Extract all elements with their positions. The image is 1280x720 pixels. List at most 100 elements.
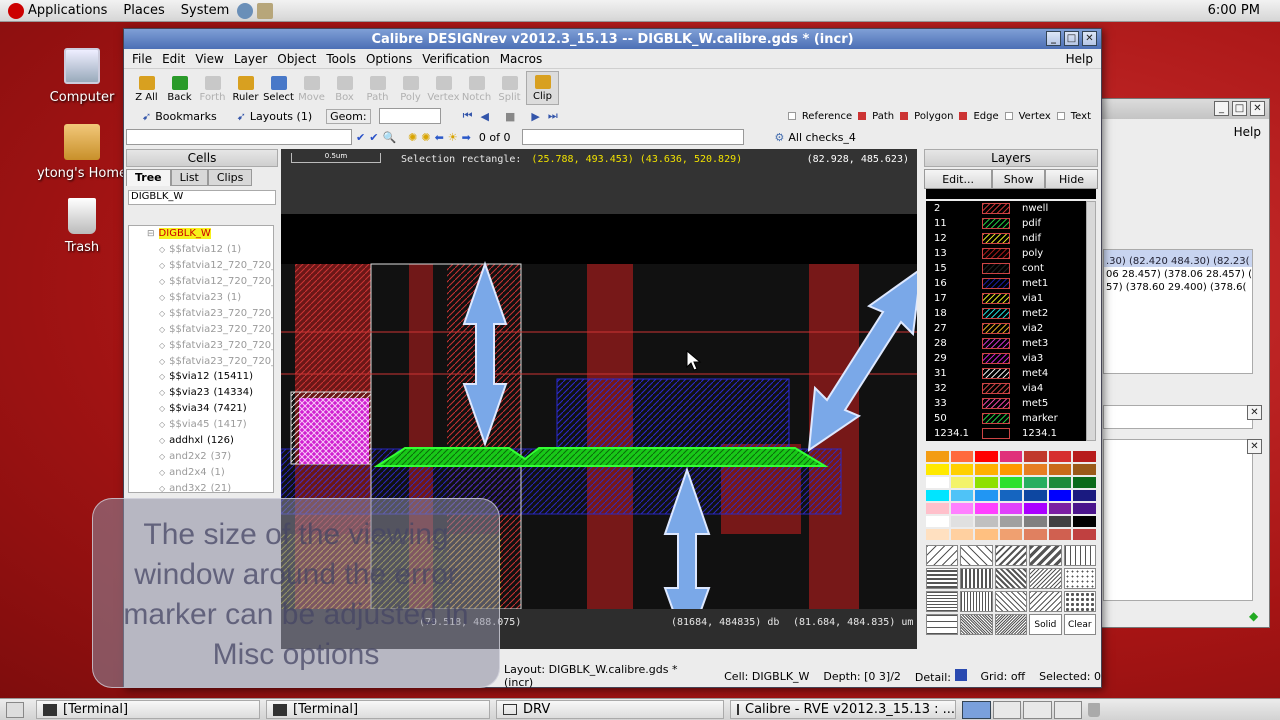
geom-dropdown[interactable]: Geom: — [326, 108, 371, 124]
palette-swatch[interactable] — [950, 451, 974, 462]
sun-icon[interactable]: ☀ — [448, 131, 458, 144]
error-marker[interactable] — [373, 447, 829, 467]
clock[interactable]: 6:00 PM — [1208, 3, 1280, 18]
palette-swatch[interactable] — [975, 477, 998, 488]
detail-icon[interactable] — [954, 668, 967, 681]
trash-icon[interactable] — [1088, 702, 1100, 717]
palette-swatch[interactable] — [1048, 490, 1072, 501]
mail-icon[interactable] — [257, 2, 274, 19]
tree-row[interactable]: ⊟ DIGBLK_W — [129, 226, 273, 242]
fill-pattern-swatch[interactable] — [926, 568, 959, 589]
system-menu[interactable]: System — [173, 2, 281, 19]
fill-pattern-swatch[interactable] — [926, 545, 959, 566]
close-icon[interactable]: ✕ — [1247, 405, 1262, 420]
palette-swatch[interactable] — [1073, 516, 1096, 527]
fill-pattern-swatch[interactable] — [994, 591, 1028, 612]
taskbar-item-calibre-rve[interactable]: Calibre - RVE v2012.3_15.13 : ... — [730, 700, 956, 719]
layer-swatch[interactable] — [982, 398, 1010, 409]
palette-swatch[interactable] — [1024, 451, 1047, 462]
layouts-button[interactable]: ➹ Layouts (1) — [231, 108, 318, 125]
fill-pattern-swatch[interactable] — [960, 568, 993, 589]
layer-row[interactable]: 29 via3 — [926, 351, 1086, 366]
first-icon[interactable]: ⏮ — [463, 109, 473, 123]
tree-row[interactable]: ◇ $$fatvia23_720_720_7 — [129, 353, 273, 369]
palette-swatch[interactable] — [1073, 477, 1096, 488]
layer-scrollbar[interactable] — [1086, 201, 1096, 441]
palette-swatch[interactable] — [926, 477, 949, 488]
tree-row[interactable]: ◇ $$via34 (7421) — [129, 401, 273, 417]
fill-pattern-swatch[interactable] — [994, 545, 1028, 566]
palette-swatch[interactable] — [1024, 490, 1047, 501]
layer-swatch[interactable] — [982, 353, 1010, 364]
stop-icon[interactable]: ■ — [505, 110, 515, 123]
maximize-icon[interactable]: □ — [1232, 101, 1247, 116]
close-icon[interactable]: ✕ — [1250, 101, 1265, 116]
palette-swatch[interactable] — [950, 516, 974, 527]
layer-row[interactable]: 12 ndif — [926, 231, 1086, 246]
checkmark-icon[interactable]: ✔ — [356, 131, 365, 144]
collapse-icon[interactable]: ⊟ — [147, 229, 155, 239]
palette-swatch[interactable] — [975, 490, 998, 501]
tree-row[interactable]: ◇ $$fatvia12_720_720_7 — [129, 274, 273, 290]
toolbar-z-all-button[interactable]: Z All — [130, 71, 163, 105]
prev-icon[interactable]: ◀ — [480, 110, 488, 123]
vertex-checkbox[interactable] — [1004, 112, 1013, 120]
palette-swatch[interactable] — [950, 503, 974, 514]
palette-swatch[interactable] — [1073, 451, 1096, 462]
geom-value-field[interactable] — [378, 108, 441, 124]
layer-row[interactable]: 28 met3 — [926, 336, 1086, 351]
layer-hide-button[interactable]: Hide — [1045, 169, 1098, 189]
cell-filter-field[interactable]: DIGBLK_W — [128, 190, 276, 205]
bg-help-menu[interactable]: Help — [1099, 119, 1269, 145]
toolbar-poly-button[interactable]: Poly — [394, 71, 427, 105]
layer-row[interactable]: 1234.1 1234.1 — [926, 426, 1086, 441]
tree-row[interactable]: ◇ $$via12 (15411) — [129, 369, 273, 385]
palette-swatch[interactable] — [950, 529, 974, 540]
palette-swatch[interactable] — [975, 451, 998, 462]
layer-swatch[interactable] — [982, 338, 1010, 349]
layer-row[interactable]: 15 cont — [926, 261, 1086, 276]
layer-list[interactable]: 2 nwell 11 pdif 12 ndif 13 poly 15 cont 16 met1 17 vi… — [926, 201, 1086, 441]
places-menu[interactable]: Places — [115, 3, 172, 18]
layer-swatch[interactable] — [982, 218, 1010, 229]
toolbar-vertex-button[interactable]: Vertex — [427, 71, 460, 105]
background-window[interactable]: _ □ ✕ Help .30) (82.420 484.30) (82.23( … — [1098, 98, 1270, 628]
clear-highlight-icon[interactable]: ✺ — [421, 131, 430, 144]
next-icon[interactable]: ▶ — [531, 110, 539, 123]
toolbar-select-button[interactable]: Select — [262, 71, 295, 105]
layer-row[interactable]: 16 met1 — [926, 276, 1086, 291]
layer-swatch[interactable] — [982, 383, 1010, 394]
show-desktop-icon[interactable] — [6, 701, 24, 718]
layer-swatch[interactable] — [982, 413, 1010, 424]
highlight-icon[interactable]: ✺ — [408, 131, 417, 144]
layer-swatch[interactable] — [982, 263, 1010, 274]
menu-layer[interactable]: Layer — [234, 52, 267, 66]
path-checkbox[interactable] — [858, 112, 867, 120]
fill-pattern-swatch[interactable] — [1029, 591, 1062, 612]
layer-swatch[interactable] — [982, 368, 1010, 379]
palette-swatch[interactable] — [926, 490, 949, 501]
palette-swatch[interactable] — [975, 529, 998, 540]
palette-swatch[interactable] — [999, 451, 1023, 462]
palette-swatch[interactable] — [1073, 503, 1096, 514]
tree-row[interactable]: ◇ addhxl (126) — [129, 433, 273, 449]
layer-row[interactable]: 13 poly — [926, 246, 1086, 261]
window-titlebar[interactable]: Calibre DESIGNrev v2012.3_15.13 -- DIGBL… — [124, 29, 1101, 49]
palette-swatch[interactable] — [950, 490, 974, 501]
tree-row[interactable]: ◇ and2x4 (1) — [129, 464, 273, 480]
palette-swatch[interactable] — [975, 516, 998, 527]
toolbar-move-button[interactable]: Move — [295, 71, 328, 105]
toolbar-ruler-button[interactable]: Ruler — [229, 71, 262, 105]
tree-row[interactable]: ◇ $$via45 (1417) — [129, 417, 273, 433]
toolbar-split-button[interactable]: Split — [493, 71, 526, 105]
tab-tree[interactable]: Tree — [126, 169, 171, 186]
reference-checkbox[interactable] — [787, 112, 796, 120]
fill-pattern-swatch[interactable] — [994, 614, 1028, 635]
bookmarks-button[interactable]: ➹ Bookmarks — [136, 108, 223, 125]
palette-swatch[interactable] — [1073, 464, 1096, 475]
layer-row[interactable]: 31 met4 — [926, 366, 1086, 381]
menu-verification[interactable]: Verification — [422, 52, 489, 66]
layer-swatch[interactable] — [982, 203, 1010, 214]
tree-row[interactable]: ◇ $$fatvia12_720_720_1 — [129, 258, 273, 274]
polygon-checkbox[interactable] — [900, 112, 909, 120]
